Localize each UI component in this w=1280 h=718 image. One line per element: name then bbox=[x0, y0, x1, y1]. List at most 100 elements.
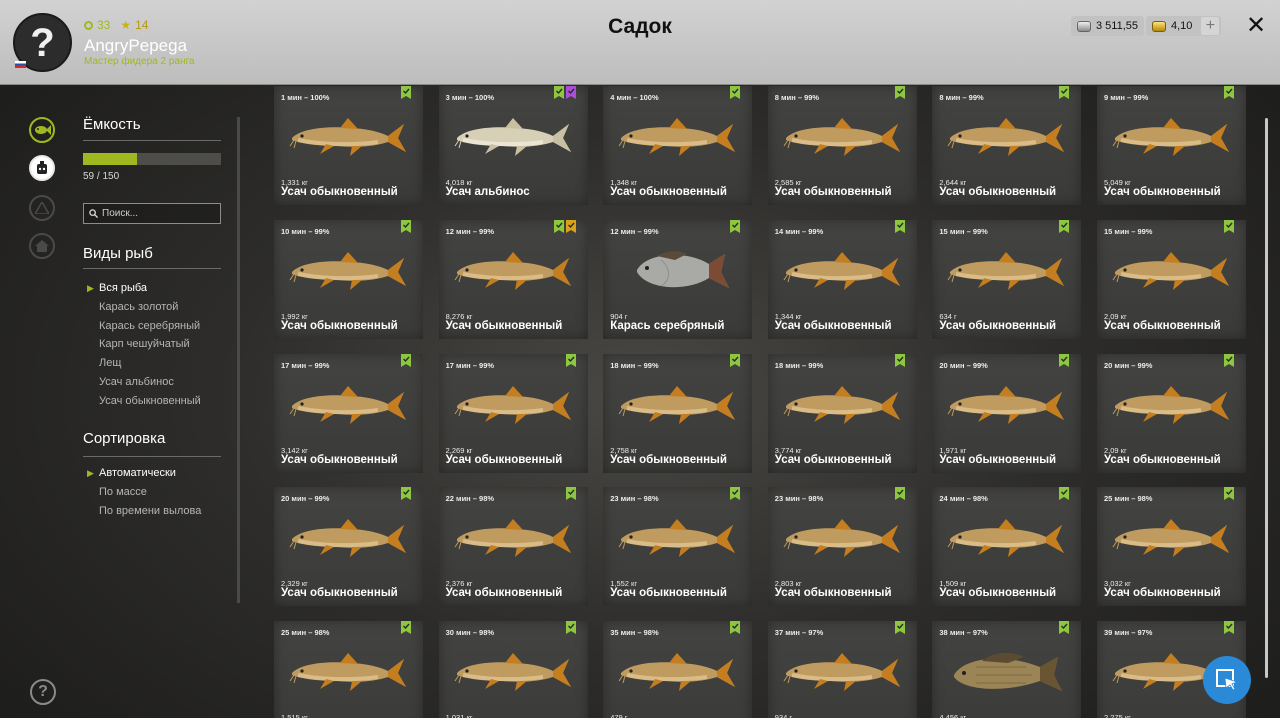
barbel-image bbox=[783, 653, 900, 692]
barbel-image bbox=[454, 385, 571, 424]
fish-card[interactable]: 15 мин – 99% 2,09 кг Усач обыкновенный bbox=[1097, 219, 1246, 339]
green-bookmark-icon bbox=[730, 621, 741, 635]
fish-card[interactable]: 3 мин – 100% 4,018 кг Усач альбинос bbox=[438, 86, 588, 205]
fish-card[interactable]: 23 мин – 98% 2,803 кг Усач обыкновенный bbox=[767, 487, 917, 607]
species-filter-item[interactable]: Усач альбинос bbox=[99, 376, 174, 388]
green-bookmark-icon bbox=[1059, 353, 1070, 367]
fish-card[interactable]: 1 мин – 100% 1,331 кг Усач обыкновенный bbox=[274, 86, 423, 205]
green-bookmark-icon bbox=[894, 621, 905, 635]
fish-name: Усач обыкновенный bbox=[281, 453, 398, 466]
fish-name: Усач обыкновенный bbox=[1104, 319, 1221, 332]
fish-card[interactable]: 10 мин – 99% 1,992 кг Усач обыкновенный bbox=[274, 219, 423, 339]
cursor-mode-button[interactable] bbox=[1203, 656, 1251, 704]
species-filter-item[interactable]: Карп чешуйчатый bbox=[99, 338, 190, 350]
green-bookmark-icon bbox=[1224, 487, 1234, 501]
green-bookmark-icon bbox=[730, 487, 741, 501]
species-filter-item[interactable]: Вся рыба bbox=[99, 282, 147, 294]
fish-card[interactable]: 30 мин – 98% 1,031 кг bbox=[438, 621, 588, 718]
fish-card[interactable]: 25 мин – 98% 1,515 кг bbox=[274, 621, 423, 718]
search-input[interactable]: Поиск... bbox=[83, 203, 221, 224]
fish-name: Усач обыкновенный bbox=[939, 587, 1057, 600]
species-filter-item[interactable]: Усач обыкновенный bbox=[99, 395, 201, 407]
fish-card[interactable]: 17 мин – 99% 3,142 кг Усач обыкновенный bbox=[274, 353, 423, 473]
catch-time: 20 мин – 99% bbox=[281, 494, 330, 504]
fish-name: Усач обыкновенный bbox=[939, 453, 1057, 466]
fish-name: Усач обыкновенный bbox=[774, 319, 892, 332]
add-gold-button[interactable]: + bbox=[1201, 17, 1220, 35]
close-button[interactable]: ✕ bbox=[1246, 14, 1266, 38]
fish-card[interactable]: 25 мин – 98% 3,032 кг Усач обыкновенный bbox=[1097, 487, 1246, 607]
catch-time: 39 мин – 97% bbox=[1104, 628, 1153, 638]
species-filter-item[interactable]: Лещ bbox=[99, 357, 121, 369]
fish-card[interactable]: 9 мин – 99% 5,049 кг Усач обыкновенный bbox=[1097, 86, 1246, 205]
fish-card[interactable]: 14 мин – 99% 1,344 кг Усач обыкновенный bbox=[767, 219, 917, 339]
fish-name: Усач обыкновенный bbox=[939, 186, 1057, 198]
green-bookmark-icon bbox=[401, 621, 411, 635]
sidebar-scrollbar[interactable] bbox=[237, 117, 240, 603]
fish-name: Усач обыкновенный bbox=[774, 587, 892, 600]
bag-icon[interactable] bbox=[29, 155, 55, 181]
catch-time: 30 мин – 98% bbox=[445, 628, 495, 638]
species-filter-item[interactable]: Карась серебряный bbox=[99, 320, 200, 332]
gold-amount: 4,10 bbox=[1171, 20, 1193, 32]
species-filter-item[interactable]: Карась золотой bbox=[99, 301, 178, 313]
fish-card[interactable]: 20 мин – 99% 2,329 кг Усач обыкновенный bbox=[274, 487, 423, 607]
fish-weight: 1,031 кг bbox=[445, 713, 473, 718]
sort-option-item[interactable]: Автоматически bbox=[99, 467, 176, 479]
catch-time: 9 мин – 99% bbox=[1104, 93, 1149, 102]
fish-card[interactable]: 20 мин – 99% 2,09 кг Усач обыкновенный bbox=[1097, 353, 1246, 473]
fish-card[interactable]: 12 мин – 99% 904 г Карась серебряный bbox=[603, 219, 753, 339]
fish-card[interactable]: 4 мин – 100% 1,348 кг Усач обыкновенный bbox=[603, 86, 753, 205]
green-bookmark-icon bbox=[553, 86, 564, 99]
fish-card[interactable]: 12 мин – 99% 8,276 кг Усач обыкновенный bbox=[438, 219, 588, 339]
divider bbox=[83, 268, 221, 269]
top-bar: ? 33 ★ 14 AngryPepega Мастер фидера 2 ра… bbox=[0, 0, 1280, 85]
silver-coin-icon bbox=[1077, 20, 1091, 32]
fish-card[interactable]: 23 мин – 98% 1,552 кг Усач обыкновенный bbox=[603, 487, 753, 607]
fish-card[interactable]: 35 мин – 98% 479 г bbox=[603, 621, 753, 718]
catch-time: 12 мин – 99% bbox=[610, 226, 659, 236]
fish-card[interactable]: 8 мин – 99% 2,644 кг Усач обыкновенный bbox=[932, 86, 1082, 205]
barbel-image bbox=[454, 653, 571, 692]
house-icon[interactable] bbox=[29, 233, 55, 259]
sort-option-item[interactable]: По времени вылова bbox=[99, 505, 201, 517]
fish-name: Усач обыкновенный bbox=[281, 587, 398, 600]
camp-icon[interactable] bbox=[29, 195, 55, 221]
fish-card[interactable]: 38 мин – 97% 4,456 кг bbox=[932, 621, 1082, 718]
fish-keepnet-icon[interactable] bbox=[29, 117, 55, 143]
sort-option-item[interactable]: По массе bbox=[99, 486, 147, 498]
fish-card[interactable]: 18 мин – 99% 3,774 кг Усач обыкновенный bbox=[767, 353, 917, 473]
fish-card[interactable]: 24 мин – 98% 1,509 кг Усач обыкновенный bbox=[932, 487, 1082, 607]
fish-name: Усач обыкновенный bbox=[610, 587, 727, 600]
fish-name: Усач альбинос bbox=[445, 186, 530, 198]
green-bookmark-icon bbox=[565, 487, 576, 501]
fish-card[interactable]: 17 мин – 99% 2,269 кг Усач обыкновенный bbox=[438, 353, 588, 473]
help-icon[interactable]: ? bbox=[30, 679, 56, 705]
fish-name: Усач обыкновенный bbox=[445, 319, 563, 332]
barbel-image bbox=[947, 118, 1065, 156]
barbel-image bbox=[783, 519, 900, 558]
barbel-image bbox=[783, 118, 900, 156]
green-bookmark-icon bbox=[1224, 621, 1234, 635]
fish-card[interactable]: 18 мин – 99% 2,758 кг Усач обыкновенный bbox=[603, 353, 753, 473]
green-bookmark-icon bbox=[1059, 487, 1070, 501]
fish-card[interactable]: 22 мин – 98% 2,376 кг Усач обыкновенный bbox=[438, 487, 588, 607]
catch-time: 14 мин – 99% bbox=[774, 226, 824, 236]
green-bookmark-icon bbox=[1224, 86, 1234, 99]
catch-time: 15 мин – 99% bbox=[1104, 226, 1153, 236]
barbel-image bbox=[289, 118, 406, 156]
fish-card[interactable]: 20 мин – 99% 1,971 кг Усач обыкновенный bbox=[932, 353, 1082, 473]
search-placeholder: Поиск... bbox=[102, 208, 139, 219]
green-bookmark-icon bbox=[401, 219, 411, 233]
fish-card[interactable]: 37 мин – 97% 934 г bbox=[767, 621, 917, 718]
rank-title: Мастер фидера 2 ранга bbox=[84, 56, 195, 67]
catch-time: 25 мин – 98% bbox=[281, 628, 330, 638]
fish-card[interactable]: 8 мин – 99% 2,585 кг Усач обыкновенный bbox=[767, 86, 917, 205]
fish-card[interactable]: 15 мин – 99% 634 г Усач обыкновенный bbox=[932, 219, 1082, 339]
main-scrollbar[interactable] bbox=[1265, 118, 1268, 678]
barbel-image bbox=[783, 385, 900, 424]
green-bookmark-icon bbox=[565, 353, 576, 367]
catch-time: 4 мин – 100% bbox=[610, 93, 659, 102]
fish-name: Усач обыкновенный bbox=[610, 453, 727, 466]
barbel-image bbox=[618, 653, 736, 692]
